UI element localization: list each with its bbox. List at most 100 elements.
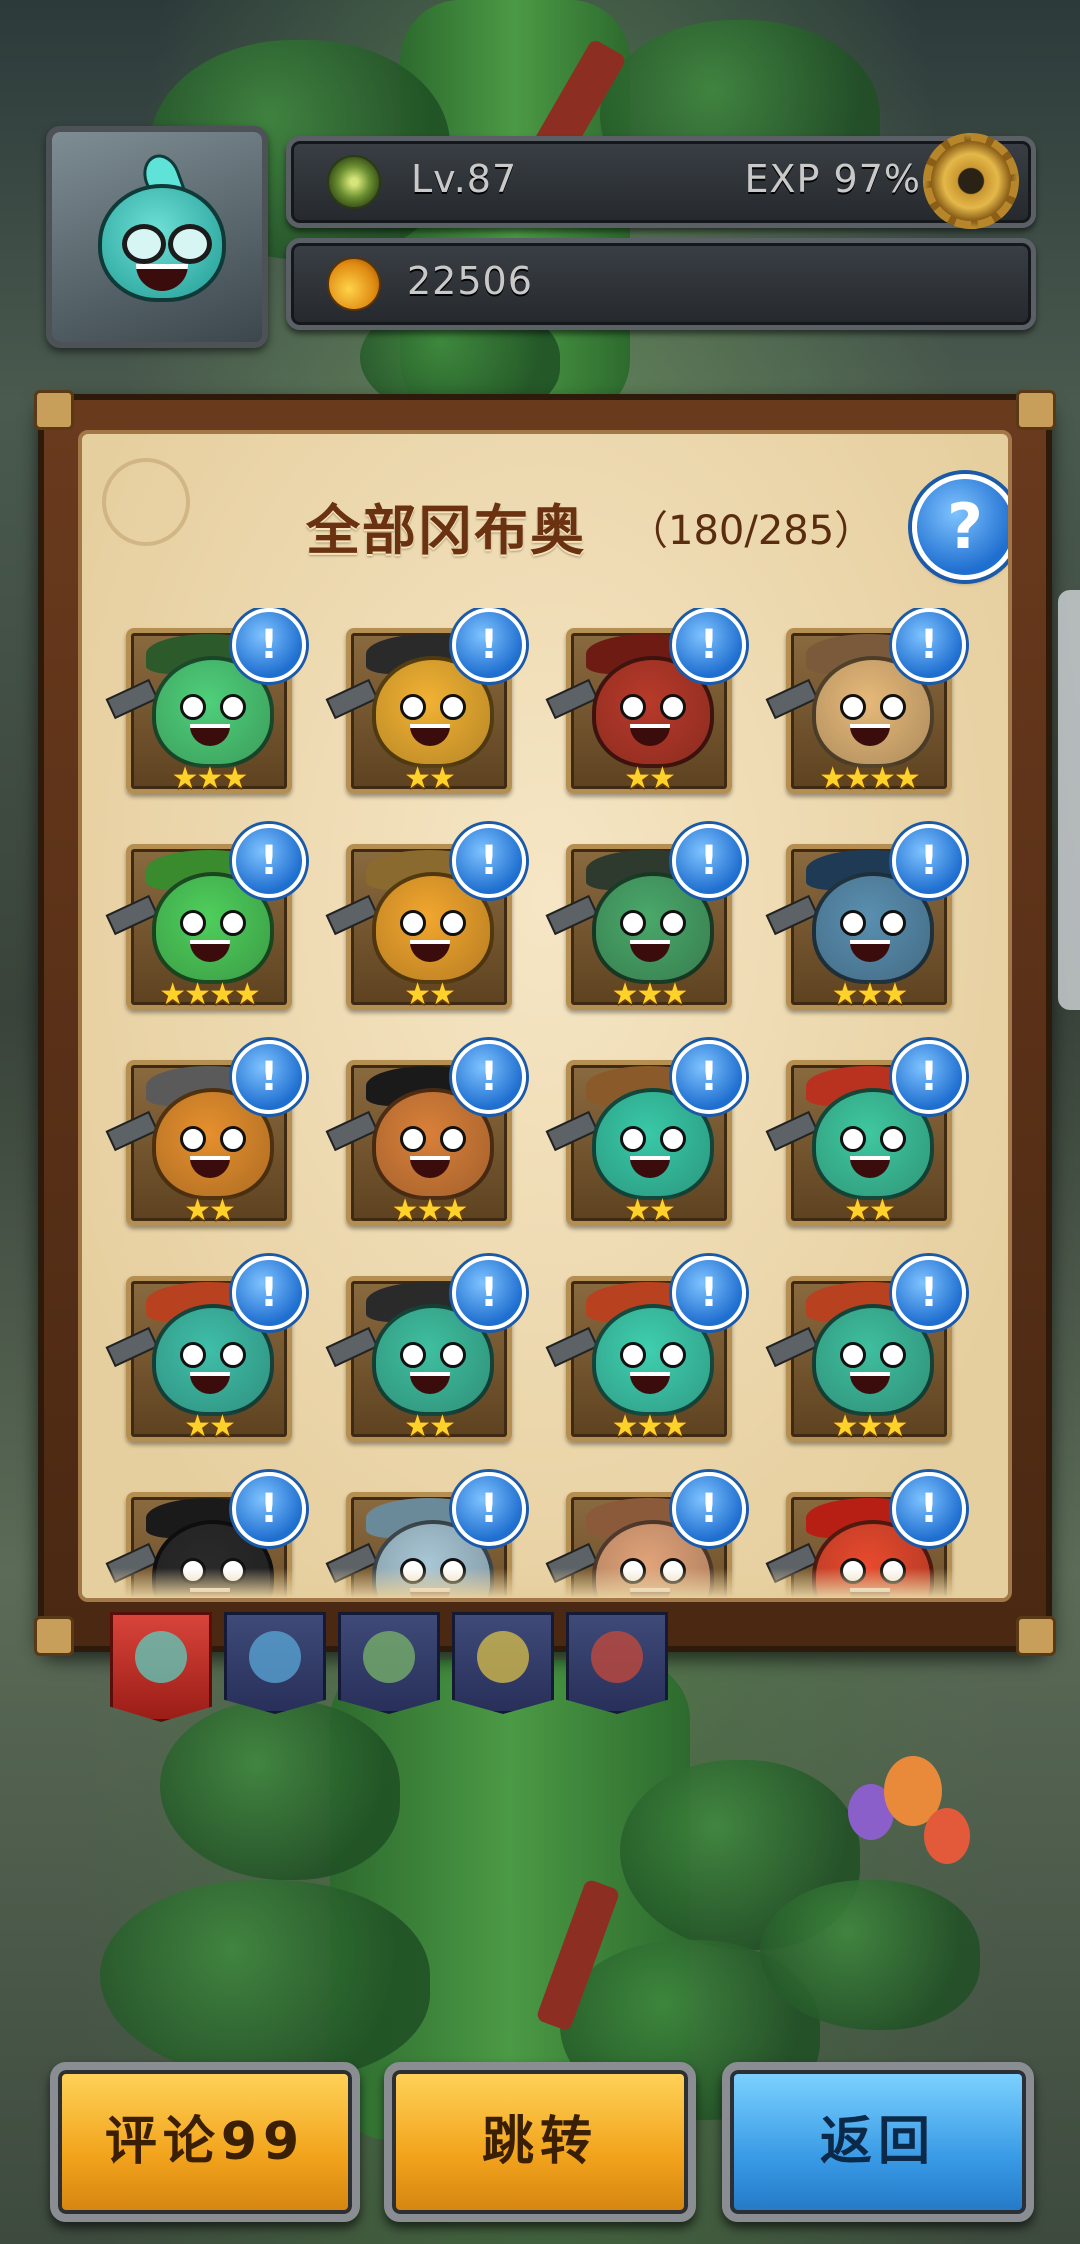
gear-icon[interactable] (923, 133, 1019, 229)
tab-blue[interactable] (224, 1612, 326, 1714)
glasses-icon (168, 224, 212, 264)
info-badge[interactable]: ! (672, 1040, 746, 1114)
star-rating: ★★★ (611, 1409, 689, 1444)
level-bar: Lv.87 EXP 97% (286, 133, 1036, 229)
hero-eye (220, 694, 246, 720)
emblem-icon (102, 458, 190, 546)
hero-eye (220, 1342, 246, 1368)
hero-mouth (410, 1372, 450, 1394)
star-rating: ★★★ (171, 761, 249, 796)
info-badge[interactable]: ! (232, 824, 306, 898)
hero-card[interactable]: ★★! (325, 1256, 526, 1444)
hero-eye (180, 910, 206, 936)
star-rating: ★★★ (391, 1193, 469, 1228)
hero-card[interactable]: ★★! (765, 1040, 966, 1228)
hero-card[interactable]: ★★! (325, 824, 526, 1012)
hero-card[interactable]: ★★! (545, 1040, 746, 1228)
info-badge[interactable]: ! (452, 1040, 526, 1114)
info-badge[interactable]: ! (892, 1256, 966, 1330)
grid-fade (82, 1568, 1008, 1598)
hero-eye (620, 1342, 646, 1368)
hero-eye (620, 694, 646, 720)
star-rating: ★★ (624, 761, 676, 796)
info-badge[interactable]: ! (892, 824, 966, 898)
hero-eye (400, 1126, 426, 1152)
player-avatar[interactable] (46, 126, 268, 348)
hero-eye (840, 910, 866, 936)
hero-mouth (190, 1372, 230, 1394)
hero-eye (880, 1342, 906, 1368)
star-rating: ★★★ (831, 1409, 909, 1444)
info-badge[interactable]: ! (232, 1472, 306, 1546)
hero-eye (440, 1342, 466, 1368)
tab-all[interactable] (110, 1612, 212, 1722)
hero-card[interactable]: ★★★★! (765, 608, 966, 796)
info-badge[interactable]: ! (892, 1472, 966, 1546)
hero-card[interactable]: ★★★! (545, 1256, 746, 1444)
hero-card[interactable]: ★★★! (765, 824, 966, 1012)
info-badge[interactable]: ! (452, 608, 526, 682)
hero-card[interactable]: ★★★! (325, 1040, 526, 1228)
star-rating: ★★ (404, 977, 456, 1012)
back-button[interactable]: 返回 (722, 2062, 1034, 2222)
info-badge[interactable]: ! (672, 824, 746, 898)
tab-yellow[interactable] (452, 1612, 554, 1714)
hero-card[interactable]: ★★! (105, 1040, 306, 1228)
help-button[interactable]: ? (912, 474, 1008, 580)
avatar-mouth (136, 264, 188, 291)
info-badge[interactable]: ! (452, 1256, 526, 1330)
collection-count: （180/285） (628, 508, 875, 554)
info-badge[interactable]: ! (892, 1040, 966, 1114)
hero-card[interactable]: ★★★! (105, 608, 306, 796)
info-badge[interactable]: ! (672, 608, 746, 682)
background-leaf (160, 1700, 400, 1880)
coins-text: 22506 (407, 259, 533, 303)
info-badge[interactable]: ! (672, 1256, 746, 1330)
info-badge[interactable]: ! (452, 824, 526, 898)
star-rating: ★★ (404, 761, 456, 796)
info-badge[interactable]: ! (892, 608, 966, 682)
hero-card[interactable]: ★★! (105, 1256, 306, 1444)
tab-red[interactable] (566, 1612, 668, 1714)
hero-eye (620, 910, 646, 936)
hero-mouth (410, 940, 450, 962)
jump-button[interactable]: 跳转 (384, 2062, 696, 2222)
coins-bar: 22506 (286, 238, 1036, 330)
hero-card[interactable]: ★★! (325, 608, 526, 796)
gumball-icon (249, 1631, 301, 1683)
info-badge[interactable]: ! (232, 608, 306, 682)
exp-text: EXP 97% (744, 157, 921, 201)
corner-bolt (1016, 390, 1056, 430)
corner-bolt (1016, 1616, 1056, 1656)
info-badge[interactable]: ! (232, 1256, 306, 1330)
hero-eye (180, 1126, 206, 1152)
info-badge[interactable]: ! (452, 1472, 526, 1546)
star-rating: ★★★★ (819, 761, 921, 796)
hero-card[interactable]: ★★★! (545, 824, 746, 1012)
balloon (924, 1808, 970, 1864)
hero-grid: ★★★! ★★! ★★! ★★★★! ★★★★! ★★! ★★★! ★★★! ★★! ★★★! ★★… (82, 608, 1008, 1598)
comment-button[interactable]: 评论99 (50, 2062, 360, 2222)
hero-mouth (410, 1156, 450, 1178)
hero-eye (840, 1342, 866, 1368)
hero-card[interactable]: ★★★★! (105, 824, 306, 1012)
hero-card[interactable]: ★★★! (765, 1256, 966, 1444)
star-rating: ★★★ (831, 977, 909, 1012)
gumball-icon (363, 1631, 415, 1683)
level-text: Lv.87 (411, 157, 518, 201)
panel-parchment: 全部冈布奥 （180/285） ? ★★★! ★★! ★★! ★★★★! ★★★★! ★★… (78, 430, 1012, 1602)
hero-card[interactable]: ★★! (545, 608, 746, 796)
hero-mouth (190, 724, 230, 746)
hero-mouth (850, 940, 890, 962)
hero-eye (220, 1126, 246, 1152)
hero-mouth (630, 1372, 670, 1394)
info-badge[interactable]: ! (232, 1040, 306, 1114)
glasses-icon (122, 224, 166, 264)
tab-green[interactable] (338, 1612, 440, 1714)
info-badge[interactable]: ! (672, 1472, 746, 1546)
hero-eye (620, 1126, 646, 1152)
hero-mouth (850, 724, 890, 746)
star-rating: ★★ (624, 1193, 676, 1228)
side-scroll-handle[interactable] (1058, 590, 1080, 1010)
hero-mouth (850, 1372, 890, 1394)
